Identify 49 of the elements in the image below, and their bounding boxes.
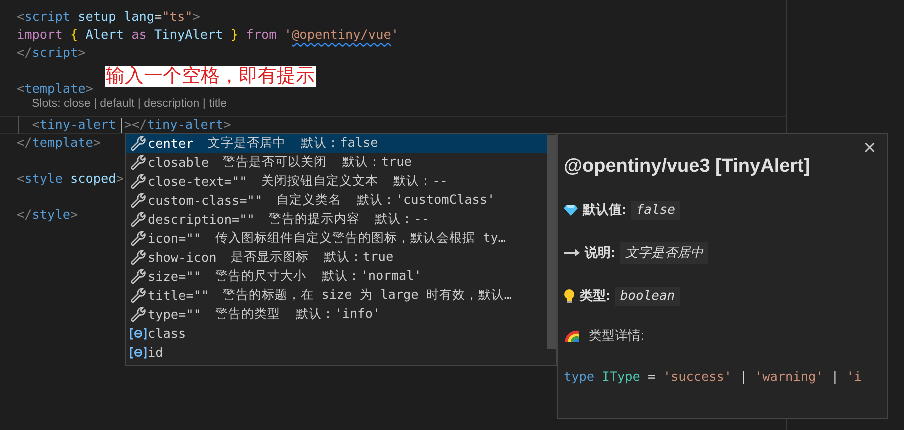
field-icon bbox=[130, 344, 147, 360]
wrench-icon bbox=[130, 174, 147, 190]
field-label: 默认值: bbox=[583, 201, 626, 219]
wrench-icon bbox=[130, 268, 147, 284]
suggestion-item[interactable]: close-text="" 关闭按钮自定义文本 默认：-- bbox=[126, 172, 547, 191]
slots-hint[interactable]: Slots: close | default | description | title bbox=[32, 98, 227, 110]
wrench-icon bbox=[130, 212, 147, 228]
scrollbar-thumb[interactable] bbox=[547, 135, 556, 349]
code-line: <tiny-alert ></tiny-alert> bbox=[0, 116, 786, 134]
wrench-icon bbox=[130, 230, 147, 246]
light-bulb-icon bbox=[564, 288, 575, 304]
suggestion-item[interactable]: title="" 警告的标题，在 size 为 large 时有效，默认… bbox=[126, 286, 547, 305]
gem-icon bbox=[564, 204, 578, 216]
wrench-icon bbox=[130, 250, 147, 266]
suggestion-item[interactable]: description="" 警告的提示内容 默认：-- bbox=[126, 210, 547, 229]
field-value: boolean bbox=[615, 286, 680, 306]
suggestion-item[interactable]: center 文字是否居中 默认：false bbox=[126, 134, 547, 153]
suggestion-item[interactable]: icon="" 传入图标组件自定义警告的图标，默认会根据 ty… bbox=[126, 229, 547, 248]
suggestion-item[interactable]: custom-class="" 自定义类名 默认：'customClass' bbox=[126, 191, 547, 210]
field-value: 文字是否居中 bbox=[620, 242, 708, 264]
field-icon bbox=[130, 326, 147, 342]
field-label: 类型: bbox=[580, 287, 610, 305]
suggestion-item[interactable]: closable 警告是否可以关闭 默认：true bbox=[126, 153, 547, 172]
wrench-icon bbox=[130, 288, 147, 304]
code-line: type IType = 'success' | 'warning' | 'i bbox=[564, 369, 862, 384]
code-line: </script> bbox=[17, 44, 86, 62]
section-label: 类型详情: bbox=[589, 327, 645, 345]
code-line: <template> bbox=[17, 80, 94, 98]
arrow-icon bbox=[564, 249, 580, 257]
suggestion-item[interactable]: id bbox=[126, 343, 547, 362]
code-line: import { Alert as TinyAlert } from '@opentiny/vue' bbox=[17, 26, 399, 44]
annotation-note: 输入一个空格，即有提示 bbox=[105, 66, 316, 87]
rainbow-icon bbox=[564, 329, 580, 343]
field-value: false bbox=[631, 200, 680, 220]
code-line: </template> bbox=[17, 134, 102, 152]
wrench-icon bbox=[130, 154, 147, 170]
wrench-icon bbox=[130, 306, 147, 322]
hover-title: @opentiny/vue3 [TinyAlert] bbox=[564, 156, 812, 178]
field-label: 说明: bbox=[585, 244, 616, 262]
code-line: <style scoped> bbox=[17, 170, 124, 188]
suggestion-item[interactable]: class bbox=[126, 324, 547, 343]
suggestion-item[interactable]: type="" 警告的类型 默认：'info' bbox=[126, 305, 547, 324]
code-line: </style> bbox=[17, 206, 78, 224]
suggestion-item[interactable]: size="" 警告的尺寸大小 默认：'normal' bbox=[126, 267, 547, 286]
code-line: <script setup lang="ts"> bbox=[17, 8, 200, 26]
wrench-icon bbox=[130, 136, 147, 152]
wrench-icon bbox=[130, 192, 147, 208]
suggestion-item[interactable]: show-icon 是否显示图标 默认：true bbox=[126, 248, 547, 267]
close-button[interactable]: × bbox=[860, 138, 879, 158]
